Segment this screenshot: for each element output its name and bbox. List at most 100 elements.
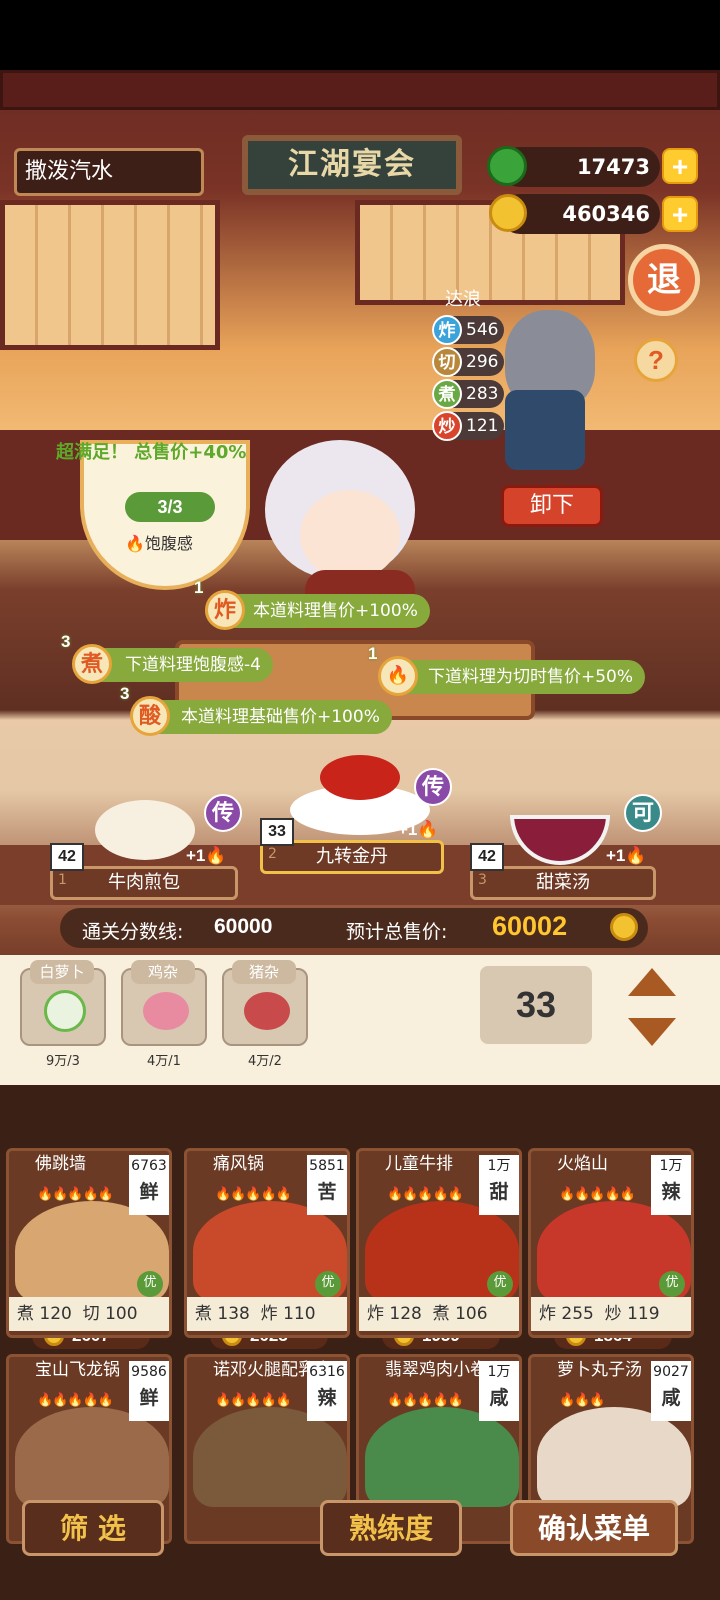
proficiency-button[interactable]: 熟练度: [320, 1500, 462, 1556]
skill-1-icon: 炸: [367, 1304, 384, 1324]
recipe-card[interactable]: 痛风锅 🔥🔥🔥🔥🔥 5851 苦优煮 138 炸 110: [184, 1148, 350, 1338]
dish-1-qty: 42: [50, 843, 84, 871]
recipe-price-tag: 1万咸: [479, 1361, 519, 1421]
fire-icon: 🔥: [125, 534, 145, 553]
effect-bubble-4: 本道料理基础售价+100%: [133, 700, 392, 734]
effect-text-1: 本道料理售价+100%: [253, 601, 418, 621]
recipe-taste: 辣: [317, 1387, 337, 1409]
skill-1-icon: 煮: [17, 1304, 34, 1324]
dish-1-bonus-text: +1: [186, 846, 206, 865]
dish-2-badge: 传: [414, 768, 452, 806]
recipe-price: 6316: [309, 1364, 345, 1380]
dish-3-bonus-text: +1: [606, 846, 626, 865]
total-price-value: 60002: [492, 911, 568, 941]
quality-badge: 优: [315, 1271, 341, 1297]
recipe-name: 宝山飞龙锅: [35, 1360, 120, 1380]
dish-3-badge: 可: [624, 794, 662, 832]
add-jade-button[interactable]: +: [662, 148, 698, 184]
recipe-card[interactable]: 儿童牛排 🔥🔥🔥🔥🔥 1万甜优炸 128 煮 106: [356, 1148, 522, 1338]
recipe-card[interactable]: 火焰山 🔥🔥🔥🔥🔥 1万辣优炸 255 炒 119: [528, 1148, 694, 1338]
skill-2-icon: 炸: [260, 1304, 278, 1324]
chef-stat-value: 283: [466, 384, 499, 404]
chef-stat-icon: 炒: [432, 411, 462, 441]
exit-button[interactable]: 退: [628, 244, 700, 316]
coin-icon: [489, 194, 527, 232]
skill-1-value: 128: [389, 1304, 422, 1324]
recipe-name: 萝卜丸子汤: [557, 1360, 642, 1380]
dish-1-label[interactable]: 牛肉煎包: [50, 866, 238, 900]
quality-badge: 优: [659, 1271, 685, 1297]
satiety-progress: 3/3: [125, 492, 215, 522]
satiety-label: 🔥饱腹感: [125, 530, 193, 554]
effect-icon-2: 煮: [72, 644, 112, 684]
event-sign: 江湖宴会: [242, 135, 462, 195]
quantity-display[interactable]: 33: [480, 966, 592, 1044]
recipe-price: 9027: [653, 1364, 689, 1380]
dish-3-index: 3: [478, 872, 487, 888]
ingredient-panel: [0, 955, 720, 1085]
dish-1-index: 1: [58, 872, 67, 888]
recipe-skills: 煮 138 炸 110: [187, 1297, 347, 1331]
unload-button[interactable]: 卸下: [501, 485, 603, 527]
window-left: [0, 200, 220, 350]
effect-count-1: 1: [194, 578, 204, 597]
skill-2-value: 100: [105, 1304, 138, 1324]
dish-3-label[interactable]: 甜菜汤: [470, 866, 656, 900]
skill-2-value: 119: [627, 1304, 660, 1324]
chef-stat-icon: 煮: [432, 379, 462, 409]
add-coin-button[interactable]: +: [662, 196, 698, 232]
recipe-skills: 炸 128 煮 106: [359, 1297, 519, 1331]
dish-2-name: 九转金丹: [316, 846, 388, 867]
dish-2-bonus-text: +1: [398, 820, 418, 839]
increase-arrow-icon[interactable]: [628, 968, 676, 996]
skill-1-value: 138: [217, 1304, 250, 1324]
recipe-price-tag: 6763 鲜: [129, 1155, 169, 1215]
recipe-rarity-flames: 🔥🔥🔥🔥🔥: [37, 1187, 114, 1202]
recipe-rarity-flames: 🔥🔥🔥🔥🔥: [559, 1187, 636, 1202]
dish-1-image[interactable]: [95, 800, 195, 860]
recipe-price-tag: 6316 辣: [307, 1361, 347, 1421]
recipe-price: 9586: [131, 1364, 167, 1380]
skill-1-icon: 炸: [539, 1304, 556, 1324]
confirm-menu-button[interactable]: 确认菜单: [510, 1500, 678, 1556]
effect-icon-1: 炸: [205, 590, 245, 630]
recipe-rarity-flames: 🔥🔥🔥: [559, 1393, 606, 1408]
recipe-price-tag: 9586 鲜: [129, 1361, 169, 1421]
coin-value: 460346: [562, 202, 650, 226]
decrease-arrow-icon[interactable]: [628, 1018, 676, 1046]
recipe-price: 5851: [309, 1158, 345, 1174]
radish-icon: [44, 990, 86, 1032]
recipe-taste: 甜: [489, 1181, 509, 1203]
effect-icon-4: 酸: [130, 696, 170, 736]
recipe-name: 佛跳墙: [35, 1154, 86, 1174]
help-icon[interactable]: ?: [634, 338, 678, 382]
chef-stat-icon: 炸: [432, 315, 462, 345]
effect-count-4: 3: [120, 684, 130, 703]
dish-1-name: 牛肉煎包: [108, 872, 180, 893]
skill-2-icon: 煮: [432, 1304, 450, 1324]
recipe-price: 1万: [659, 1158, 683, 1174]
player-name[interactable]: 撒泼汽水: [14, 148, 204, 196]
recipe-image: [365, 1407, 519, 1507]
recipe-price-tag: 1万辣: [651, 1155, 691, 1215]
recipe-card[interactable]: 佛跳墙 🔥🔥🔥🔥🔥 6763 鲜优煮 120 切 100: [6, 1148, 172, 1338]
chef-stat-value: 121: [466, 416, 499, 436]
recipe-image: [537, 1407, 691, 1507]
skill-2-icon: 切: [82, 1304, 100, 1324]
recipe-skills: 煮 120 切 100: [9, 1297, 169, 1331]
recipe-price: 6763: [131, 1158, 167, 1174]
jade-icon: [487, 146, 527, 186]
filter-button[interactable]: 筛 选: [22, 1500, 164, 1556]
granny-face: [300, 490, 400, 580]
recipe-taste: 苦: [317, 1181, 337, 1203]
ingredient-name-1: 白萝卜: [30, 960, 94, 984]
dish-3-bonus: +1🔥: [606, 846, 647, 866]
ingredient-name-3: 猪杂: [232, 960, 296, 984]
recipe-name: 痛风锅: [213, 1154, 264, 1174]
recipe-rarity-flames: 🔥🔥🔥🔥🔥: [387, 1187, 464, 1202]
recipe-taste: 咸: [489, 1387, 509, 1409]
pass-score-label: 通关分数线:: [82, 921, 184, 943]
ingredient-count-3: 4万/2: [248, 1054, 282, 1069]
recipe-taste: 辣: [661, 1181, 681, 1203]
effect-count-2: 3: [61, 632, 71, 651]
